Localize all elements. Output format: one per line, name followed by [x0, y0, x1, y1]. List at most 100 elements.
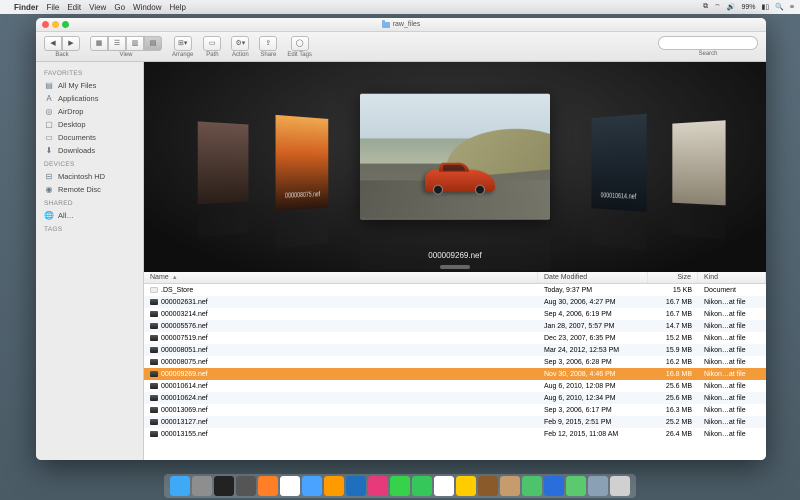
- menu-file[interactable]: File: [46, 3, 59, 12]
- file-size: 15.9 MB: [648, 345, 698, 356]
- dock-item-messages[interactable]: [390, 476, 410, 496]
- dock-item-terminal[interactable]: [214, 476, 234, 496]
- file-date: Today, 9:37 PM: [538, 285, 648, 296]
- battery-icon[interactable]: ▮▯: [761, 3, 769, 11]
- volume-icon[interactable]: 🔊: [727, 3, 736, 11]
- maximize-button[interactable]: [62, 21, 69, 28]
- dock-item-1password[interactable]: [544, 476, 564, 496]
- dock-item-calendar[interactable]: [434, 476, 454, 496]
- dock-item-finder[interactable]: [170, 476, 190, 496]
- dock-item-contacts[interactable]: [500, 476, 520, 496]
- table-row[interactable]: 000010614.nefAug 6, 2010, 12:08 PM25.6 M…: [144, 380, 766, 392]
- view-column-button[interactable]: ▥: [126, 36, 144, 51]
- file-name: 000005576.nef: [161, 323, 208, 330]
- table-row[interactable]: 000009269.nefNov 30, 2008, 4:46 PM16.8 M…: [144, 368, 766, 380]
- table-row[interactable]: 000013127.nefFeb 9, 2015, 2:51 PM25.2 MB…: [144, 416, 766, 428]
- forward-button[interactable]: ▶: [62, 36, 80, 51]
- view-icon-button[interactable]: ▦: [90, 36, 108, 51]
- table-row[interactable]: 000003214.nefSep 4, 2006, 6:19 PM16.7 MB…: [144, 308, 766, 320]
- dock-item-indesign[interactable]: [368, 476, 388, 496]
- dock-item-preview[interactable]: [588, 476, 608, 496]
- sidebar-item-all-my-files[interactable]: ▤All My Files: [36, 79, 143, 92]
- file-icon: [150, 419, 158, 425]
- battery-status[interactable]: 99%: [741, 4, 755, 11]
- table-row[interactable]: 000008075.nefSep 3, 2006, 6:28 PM16.2 MB…: [144, 356, 766, 368]
- table-row[interactable]: .DS_StoreToday, 9:37 PM15 KBDocument: [144, 284, 766, 296]
- path-button[interactable]: ▭: [203, 36, 221, 51]
- table-row[interactable]: 000002631.nefAug 30, 2006, 4:27 PM16.7 M…: [144, 296, 766, 308]
- dock-item-trash[interactable]: [610, 476, 630, 496]
- sidebar-item-remote-disc[interactable]: ◉Remote Disc: [36, 183, 143, 196]
- traffic-lights: [42, 21, 69, 28]
- file-name: 000013069.nef: [161, 407, 208, 414]
- dock-item-maps[interactable]: [522, 476, 542, 496]
- share-button[interactable]: ⇪: [259, 36, 277, 51]
- sidebar-header: Devices: [36, 157, 143, 170]
- dock-item-firefox[interactable]: [258, 476, 278, 496]
- coverflow-item[interactable]: [198, 121, 249, 204]
- file-icon: [150, 299, 158, 305]
- column-header-date[interactable]: Date Modified: [538, 272, 648, 283]
- table-row[interactable]: 000013069.nefSep 3, 2006, 6:17 PM16.3 MB…: [144, 404, 766, 416]
- table-row[interactable]: 000005576.nefJan 28, 2007, 5:57 PM14.7 M…: [144, 320, 766, 332]
- menu-go[interactable]: Go: [114, 3, 125, 12]
- table-row[interactable]: 000008051.nefMar 24, 2012, 12:53 PM15.9 …: [144, 344, 766, 356]
- column-header-kind[interactable]: Kind: [698, 272, 766, 283]
- view-list-button[interactable]: ☰: [108, 36, 126, 51]
- wifi-icon[interactable]: ⌔: [714, 3, 721, 12]
- search-input[interactable]: [658, 36, 758, 50]
- coverflow-center-item[interactable]: [360, 93, 550, 219]
- sidebar-item-applications[interactable]: AApplications: [36, 92, 143, 105]
- column-header-name[interactable]: Name▲: [144, 272, 538, 283]
- sidebar-item-downloads[interactable]: ⬇Downloads: [36, 144, 143, 157]
- sidebar-item-desktop[interactable]: ▢Desktop: [36, 118, 143, 131]
- dropbox-icon[interactable]: ⧉: [703, 3, 708, 11]
- menu-edit[interactable]: Edit: [67, 3, 81, 12]
- table-row[interactable]: 000013155.nefFeb 12, 2015, 11:08 AM26.4 …: [144, 428, 766, 440]
- table-row[interactable]: 000007519.nefDec 23, 2007, 6:35 PM15.2 M…: [144, 332, 766, 344]
- menu-help[interactable]: Help: [169, 3, 185, 12]
- arrange-button[interactable]: ⊞▾: [174, 36, 192, 51]
- menu-window[interactable]: Window: [133, 3, 161, 12]
- file-kind: Nikon…at file: [698, 297, 766, 308]
- file-date: Sep 3, 2006, 6:28 PM: [538, 357, 648, 368]
- dock-item-atom[interactable]: [566, 476, 586, 496]
- dock-item-activity[interactable]: [236, 476, 256, 496]
- file-name: 000010624.nef: [161, 395, 208, 402]
- coverflow-resize-handle[interactable]: [440, 265, 470, 269]
- sidebar-item-macintosh-hd[interactable]: ⊟Macintosh HD: [36, 170, 143, 183]
- dock-item-guitar[interactable]: [478, 476, 498, 496]
- sidebar-header: Tags: [36, 222, 143, 235]
- column-header-size[interactable]: Size: [648, 272, 698, 283]
- disc-icon: ◉: [44, 185, 54, 195]
- dock-item-safari[interactable]: [302, 476, 322, 496]
- minimize-button[interactable]: [52, 21, 59, 28]
- notifications-icon[interactable]: ≡: [790, 4, 794, 11]
- menubar: Finder File Edit View Go Window Help ⧉ ⌔…: [0, 0, 800, 14]
- dock-item-photos[interactable]: [456, 476, 476, 496]
- dock-item-chrome[interactable]: [280, 476, 300, 496]
- sidebar-item-all-[interactable]: 🌐All…: [36, 209, 143, 222]
- action-button[interactable]: ⚙▾: [231, 36, 249, 51]
- titlebar[interactable]: raw_files: [36, 18, 766, 32]
- back-button[interactable]: ◀: [44, 36, 62, 51]
- file-size: 16.2 MB: [648, 357, 698, 368]
- close-button[interactable]: [42, 21, 49, 28]
- edit-tags-button[interactable]: ◯: [291, 36, 309, 51]
- dock-item-illustrator[interactable]: [324, 476, 344, 496]
- spotlight-icon[interactable]: 🔍: [775, 3, 784, 11]
- coverflow[interactable]: 000008075.nef 000010614.nef: [144, 62, 766, 272]
- dock-item-facetime[interactable]: [412, 476, 432, 496]
- dock-item-launchpad[interactable]: [192, 476, 212, 496]
- sidebar-item-documents[interactable]: ▭Documents: [36, 131, 143, 144]
- menu-view[interactable]: View: [89, 3, 106, 12]
- coverflow-item[interactable]: 000010614.nef: [592, 114, 647, 212]
- file-name: 000013127.nef: [161, 419, 208, 426]
- table-row[interactable]: 000010624.nefAug 6, 2010, 12:34 PM25.6 M…: [144, 392, 766, 404]
- sidebar-item-airdrop[interactable]: ◎AirDrop: [36, 105, 143, 118]
- coverflow-item[interactable]: [672, 120, 725, 205]
- view-coverflow-button[interactable]: ▤: [144, 36, 162, 51]
- menubar-app[interactable]: Finder: [14, 3, 38, 12]
- coverflow-item[interactable]: 000008075.nef: [276, 115, 329, 211]
- dock-item-photoshop[interactable]: [346, 476, 366, 496]
